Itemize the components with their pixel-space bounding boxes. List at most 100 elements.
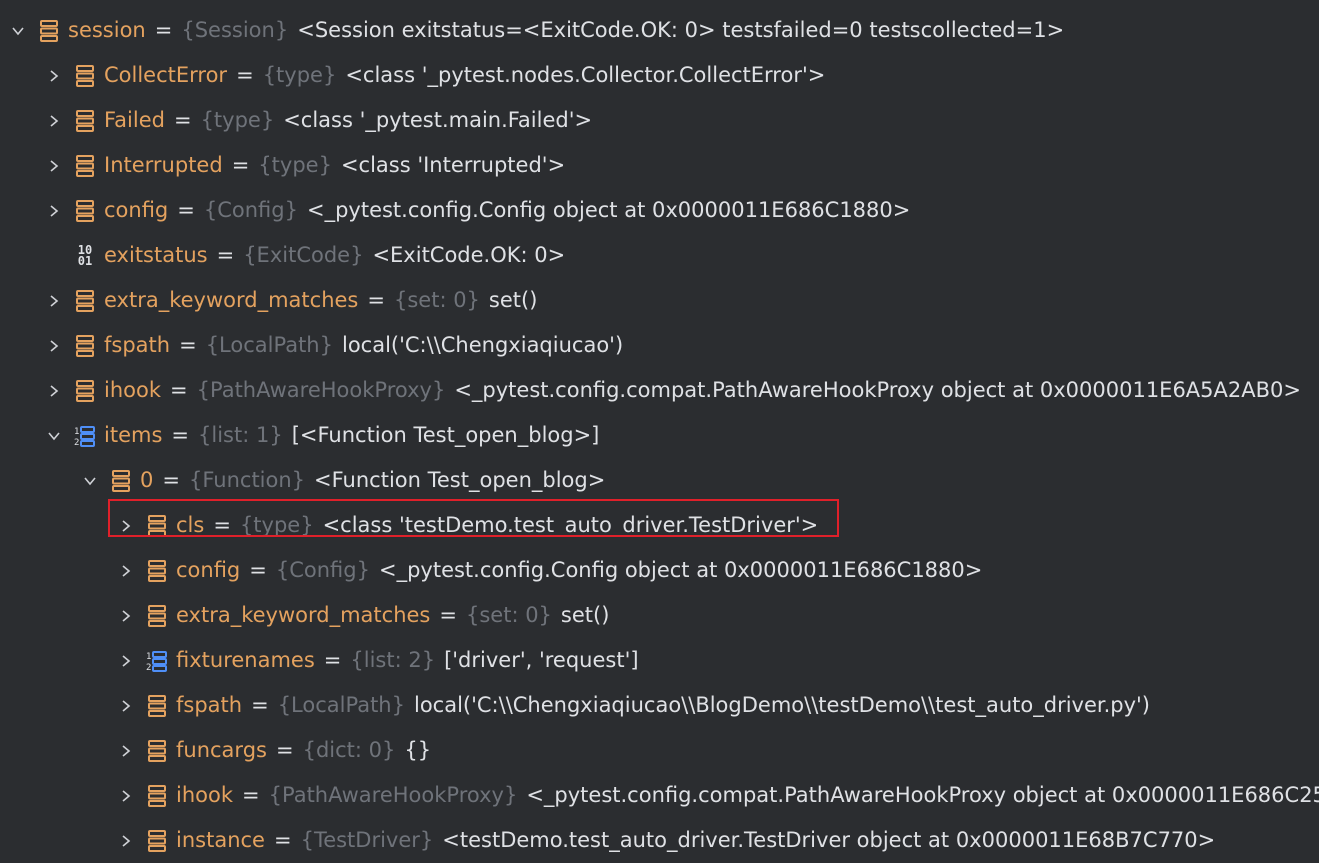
variable-type: {PathAwareHookProxy} [196,378,446,402]
variable-name: config [176,558,241,582]
variable-type: {type} [200,108,275,132]
tree-row[interactable]: ihook = {PathAwareHookProxy} <_pytest.confi… [44,368,1301,413]
tree-row[interactable]: session = {Session} <Session exitstatus=<Ex… [8,8,1064,53]
tree-row[interactable]: extra_keyword_matches = {set: 0} set() [116,593,609,638]
tree-row[interactable]: 1 2 fixturenames = {list: 2} ['driver', 'requ… [116,638,639,683]
chevron-right-icon[interactable] [44,111,64,131]
variable-type: {type} [262,63,337,87]
chevron-down-icon[interactable] [80,471,100,491]
variable-name: instance [176,828,265,852]
equals-sign: = [323,648,342,672]
object-icon [146,559,168,583]
variable-value: <Function Test_open_blog> [314,468,606,492]
tree-row[interactable]: config = {Config} <_pytest.config.Config ob… [44,188,910,233]
variable-name: funcargs [176,738,267,762]
chevron-right-icon[interactable] [44,156,64,176]
variable-value: <testDemo.test_auto_driver.TestDriver ob… [442,828,1216,852]
chevron-right-icon[interactable] [44,291,64,311]
chevron-right-icon[interactable] [116,696,136,716]
variable-value: <_pytest.config.Config object at 0x00000… [306,198,911,222]
object-icon [38,19,60,43]
highlight-box [108,499,839,537]
variable-name: ihook [176,783,234,807]
variable-type: {Config} [203,198,298,222]
variable-name: 0 [140,468,154,492]
variable-type: {Function} [188,468,306,492]
object-icon [146,694,168,718]
tree-row[interactable]: extra_keyword_matches = {set: 0} set() [44,278,537,323]
variable-value: <class 'Interrupted'> [340,153,566,177]
equals-sign: = [275,738,294,762]
tree-row[interactable]: 1 2 items = {list: 1} [<Function Test_open_bl… [44,413,599,458]
object-icon [74,334,96,358]
variable-type: {LocalPath} [205,333,333,357]
equals-sign: = [242,783,260,807]
variable-value: <ExitCode.OK: 0> [372,243,566,267]
debugger-variables-tree: session = {Session} <Session exitstatus=<Ex… [0,0,1319,852]
variable-name: Interrupted [104,153,223,177]
equals-sign: = [216,243,235,267]
variable-name: fspath [104,333,171,357]
variable-name: exitstatus [104,243,208,267]
variable-name: Failed [104,108,165,132]
equals-sign: = [231,153,250,177]
object-icon [74,289,96,313]
variable-name: fixturenames [176,648,315,672]
variable-type: {list: 2} [350,648,436,672]
variable-type: {Session} [181,18,289,42]
chevron-down-icon[interactable] [44,426,64,446]
chevron-down-icon[interactable] [8,21,28,41]
variable-type: {set: 0} [393,288,480,312]
variable-value: [<Function Test_open_blog>] [291,423,600,447]
variable-name: fspath [176,693,243,717]
variable-type: {list: 1} [198,423,283,447]
variable-type: {TestDriver} [300,828,434,852]
equals-sign: = [251,693,269,717]
chevron-right-icon[interactable] [44,201,64,221]
variable-type: {dict: 0} [302,738,396,762]
variable-name: config [104,198,169,222]
tree-row[interactable]: funcargs = {dict: 0} {} [116,728,431,773]
chevron-right-icon[interactable] [44,336,64,356]
variable-value: <class '_pytest.main.Failed'> [283,108,593,132]
tree-row[interactable]: fspath = {LocalPath} local('C:\\Chengxiaqiu… [116,683,1150,728]
tree-row[interactable]: ihook = {PathAwareHookProxy} <_pytest.confi… [116,773,1319,818]
tree-row[interactable]: 0 = {Function} <Function Test_open_blog> [80,458,605,503]
chevron-right-icon[interactable] [116,831,136,851]
chevron-right-icon[interactable] [116,651,136,671]
equals-sign: = [170,378,188,402]
svg-text:1: 1 [74,427,79,437]
chevron-right-icon[interactable] [116,741,136,761]
tree-row[interactable]: config = {Config} <_pytest.config.Config ob… [116,548,982,593]
variable-value: <_pytest.config.compat.PathAwareHookProx… [454,378,1301,402]
variable-type: {PathAwareHookProxy} [268,783,518,807]
chevron-right-icon[interactable] [116,606,136,626]
tree-row[interactable]: Failed = {type} <class '_pytest.main.Failed… [44,98,592,143]
object-icon [74,64,96,88]
equals-sign: = [249,558,267,582]
variable-name: extra_keyword_matches [104,288,359,312]
tree-row[interactable]: fspath = {LocalPath} local('C:\\Chengxiaqiu… [44,323,623,368]
equals-sign: = [162,468,180,492]
list-icon: 12 [146,649,168,673]
object-icon [146,739,168,763]
tree-row[interactable]: CollectError = {type} <class '_pytest.nodes… [44,53,825,98]
tree-row[interactable]: 10 01 exitstatus = {ExitCode} <ExitCode.OK: 0… [44,233,565,278]
variable-type: {LocalPath} [277,693,405,717]
variable-name: CollectError [104,63,228,87]
variable-name: ihook [104,378,162,402]
variable-value: <_pytest.config.Config object at 0x00000… [378,558,983,582]
chevron-right-icon[interactable] [116,561,136,581]
tree-row[interactable]: Interrupted = {type} <class 'Interrupted'> [44,143,565,188]
variable-value: <_pytest.config.compat.PathAwareHookProx… [526,783,1319,807]
variable-value: <Session exitstatus=<ExitCode.OK: 0> tes… [297,18,1065,42]
equals-sign: = [179,333,197,357]
object-icon [110,469,132,493]
chevron-right-icon[interactable] [116,786,136,806]
equals-sign: = [171,423,189,447]
chevron-right-icon[interactable] [44,381,64,401]
object-icon [74,154,96,178]
list-icon: 12 [74,424,96,448]
chevron-right-icon[interactable] [44,66,64,86]
tree-row[interactable]: instance = {TestDriver} <testDemo.test_auto… [116,818,1215,863]
